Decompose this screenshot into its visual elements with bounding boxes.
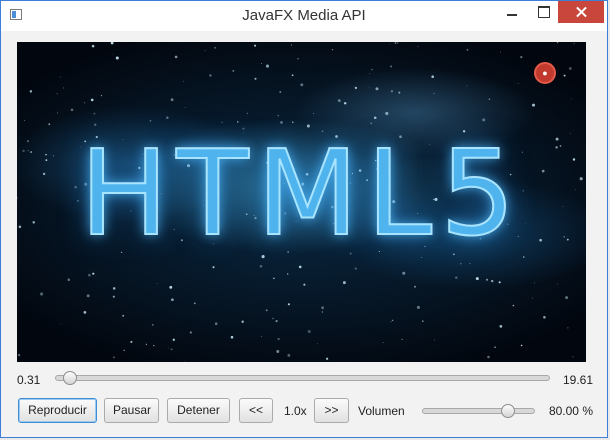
stop-button[interactable]: Detener [167, 398, 230, 423]
volume-percent-label: 80.00 % [548, 404, 593, 418]
title-bar[interactable]: JavaFX Media API [1, 1, 607, 31]
volume-label: Volumen [358, 404, 405, 418]
seek-slider-track[interactable] [55, 375, 550, 381]
video-frame-logo: HTML5 [79, 123, 524, 263]
pause-button[interactable]: Pausar [104, 398, 159, 423]
play-button[interactable]: Reproducir [18, 398, 97, 423]
media-view[interactable]: HTML5 ● [17, 42, 586, 362]
channel-logo-icon: ● [534, 62, 556, 84]
slower-button[interactable]: << [239, 398, 273, 423]
maximize-icon[interactable] [527, 1, 561, 23]
close-icon[interactable] [558, 1, 604, 23]
current-time-label: 0.31 [17, 373, 41, 387]
total-time-label: 19.61 [562, 373, 593, 387]
seek-slider-thumb[interactable] [62, 371, 77, 385]
playback-speed-label: 1.0x [284, 404, 307, 418]
minimize-icon[interactable] [495, 1, 529, 23]
faster-button[interactable]: >> [314, 398, 349, 423]
media-player-window: JavaFX Media API HTML5 ● 0.31 19.61 Repr… [0, 0, 608, 438]
volume-slider-track[interactable] [422, 408, 535, 414]
volume-slider-thumb[interactable] [501, 404, 516, 418]
